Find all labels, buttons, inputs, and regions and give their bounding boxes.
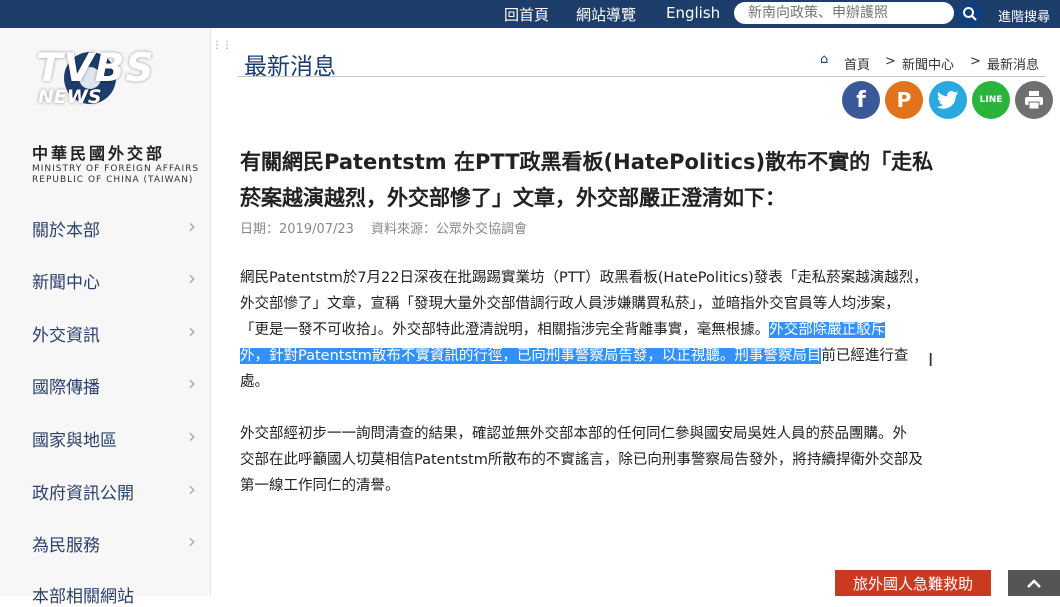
- sidebar-item-related-sites[interactable]: 本部相關網站: [32, 582, 208, 607]
- paragraph-1-line-2: 外交部慘了」文章，宣稱「發現大量外交部借調行政人員涉嫌購買私菸」，並暗指外交官員…: [240, 296, 900, 312]
- mofa-logo-text[interactable]: 中華民國外交部: [32, 140, 165, 164]
- plurk-share-icon[interactable]: P: [885, 81, 923, 119]
- search-box: [734, 2, 954, 24]
- selected-text: 外交部除嚴正駁斥: [769, 322, 886, 338]
- nav-home-link[interactable]: 回首頁: [504, 4, 549, 25]
- line-share-icon[interactable]: LINE: [972, 81, 1010, 119]
- nav-sitemap-link[interactable]: 網站導覽: [576, 4, 636, 25]
- paragraph-1-line-1: 網民Patentstm於7月22日深夜在批踢踢實業坊（PTT）政黑看板(Hate…: [240, 270, 928, 286]
- paragraph-1-line-5: 處。: [240, 374, 269, 390]
- chevron-right-icon: ›: [188, 477, 196, 501]
- chevron-right-icon: ›: [188, 319, 196, 343]
- print-icon[interactable]: [1015, 81, 1053, 119]
- article-headline-line1: 有關網民Patentstm 在PTT政黑看板(HatePolitics)散布不實…: [240, 150, 934, 174]
- chevron-right-icon: ›: [188, 424, 196, 448]
- paragraph-2-line-2: 交部在此呼籲國人切莫相信Patentstm所散布的不實謠言，除已向刑事警察局告發…: [240, 452, 923, 468]
- sidebar-item-international-communication[interactable]: 國際傳播: [32, 373, 208, 398]
- sidebar-item-government-info[interactable]: 政府資訊公開: [32, 479, 208, 504]
- paragraph-1-line-4-text: 前已經進行查: [821, 348, 909, 364]
- chevron-right-icon: ›: [188, 266, 196, 290]
- selected-text: 外，針對Patentstm散布不實資訊的行徑，已向刑事警察局告發，以正視聽。刑事…: [240, 348, 822, 364]
- drag-grip-icon: ⋮⋮: [212, 40, 232, 51]
- printer-icon: [1025, 91, 1043, 109]
- plurk-share-label: P: [896, 88, 912, 112]
- article-headline-line2: 菸案越演越烈，外交部慘了」文章，外交部嚴正澄清如下：: [240, 186, 786, 210]
- paragraph-2-line-3: 第一線工作同仁的清譽。: [240, 478, 400, 494]
- breadcrumb-separator: >: [970, 54, 981, 69]
- paragraph-1-line-3: 「更是一發不可收拾」。外交部特此澄清說明，相關指涉完全背離事實，毫無根據。外交部…: [240, 318, 886, 339]
- line-share-label: LINE: [979, 95, 1003, 105]
- title-divider: [238, 76, 1046, 77]
- paragraph-1-line-3-text: 「更是一發不可收拾」。外交部特此澄清說明，相關指涉完全背離事實，毫無根據。: [240, 322, 770, 338]
- emergency-assistance-button[interactable]: 旅外國人急難救助: [835, 570, 991, 596]
- chevron-right-icon: ›: [188, 214, 196, 238]
- search-button[interactable]: [956, 1, 984, 27]
- article-meta: 日期：2019/07/23 資料來源：公眾外交協調會: [240, 222, 528, 237]
- nav-english-link[interactable]: English: [666, 4, 720, 22]
- breadcrumb-current: 最新消息: [987, 58, 1040, 73]
- twitter-bird-icon: [937, 91, 958, 109]
- twitter-share-icon[interactable]: [929, 81, 967, 119]
- sidebar-item-public-services[interactable]: 為民服務: [32, 531, 208, 556]
- text-cursor-icon: I: [928, 350, 934, 371]
- breadcrumb-separator: >: [885, 54, 896, 69]
- sidebar-item-news-center[interactable]: 新聞中心: [32, 268, 208, 293]
- mofa-logo-english-line1: MINISTRY OF FOREIGN AFFAIRS: [32, 164, 200, 174]
- home-icon: ⌂: [820, 52, 829, 67]
- chevron-right-icon: ›: [188, 529, 196, 553]
- back-to-top-button[interactable]: [1008, 570, 1060, 596]
- sidebar-item-countries-regions[interactable]: 國家與地區: [32, 426, 208, 451]
- facebook-share-label: f: [856, 87, 866, 113]
- advanced-search-link[interactable]: 進階搜尋: [998, 6, 1050, 25]
- sidebar-item-about[interactable]: 關於本部: [32, 216, 208, 241]
- breadcrumb-news-center[interactable]: 新聞中心: [902, 54, 954, 73]
- tvbs-watermark: TVBS: [36, 46, 155, 91]
- chevron-right-icon: ›: [188, 371, 196, 395]
- mofa-logo-english-line2: REPUBLIC OF CHINA (TAIWAN): [32, 175, 194, 185]
- paragraph-2-line-1: 外交部經初步一一詢問清查的結果，確認並無外交部本部的任何同仁參與國安局吳姓人員的…: [240, 426, 907, 442]
- breadcrumb-home[interactable]: 首頁: [844, 54, 870, 73]
- news-watermark: NEWS: [38, 86, 102, 108]
- facebook-share-icon[interactable]: f: [842, 81, 880, 119]
- search-input[interactable]: [746, 4, 946, 22]
- emergency-assistance-label: 旅外國人急難救助: [852, 574, 973, 593]
- paragraph-1-line-4: 外，針對Patentstm散布不實資訊的行徑，已向刑事警察局告發，以正視聽。刑事…: [240, 344, 908, 365]
- chevron-up-icon: [1027, 579, 1041, 588]
- search-icon: [963, 7, 977, 21]
- sidebar-item-diplomatic-info[interactable]: 外交資訊: [32, 321, 208, 346]
- sidebar: [0, 28, 211, 596]
